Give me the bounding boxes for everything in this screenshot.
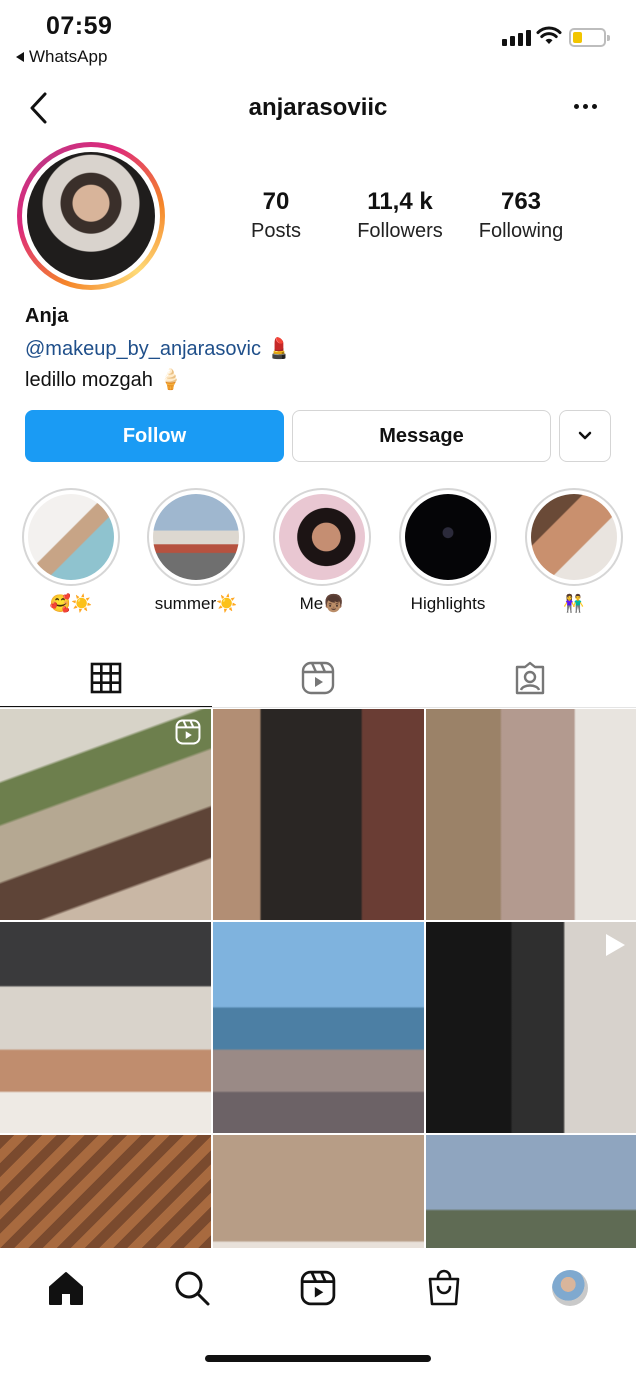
posts-label: Posts: [250, 220, 302, 242]
tagged-icon: [515, 661, 545, 695]
wifi-icon: [536, 26, 562, 44]
grid-icon: [90, 662, 122, 694]
profile-stats: 70 Posts 11,4 k Followers 763 Following: [215, 188, 595, 248]
highlight-item[interactable]: Me👦🏽: [260, 488, 384, 614]
posts-grid: [0, 709, 636, 1249]
post-thumbnail[interactable]: [426, 1135, 636, 1249]
suggested-accounts-button[interactable]: [559, 410, 611, 462]
post-thumbnail[interactable]: [213, 1135, 424, 1249]
shop-icon: [428, 1269, 460, 1306]
posts-stat[interactable]: 70 Posts: [230, 188, 322, 243]
nav-home[interactable]: [44, 1266, 88, 1310]
profile-tabs: [0, 648, 636, 708]
nav-search[interactable]: [170, 1266, 214, 1310]
search-icon: [175, 1271, 210, 1306]
highlight-label: 🥰☀️: [49, 594, 93, 613]
signal-icon: [502, 30, 531, 46]
home-indicator: [205, 1355, 431, 1362]
back-triangle-icon: [16, 52, 24, 62]
back-app-label: WhatsApp: [29, 47, 108, 66]
story-highlights: 🥰☀️ summer☀️ Me👦🏽 Highlights 👫: [0, 488, 636, 618]
page-title: anjarasoviic: [248, 94, 388, 121]
post-thumbnail[interactable]: [0, 1135, 211, 1249]
avatar-story-ring[interactable]: [17, 142, 165, 290]
highlight-item[interactable]: 👫: [512, 488, 636, 614]
highlight-item[interactable]: Highlights: [386, 488, 510, 614]
status-time: 07:59: [46, 12, 113, 40]
post-thumbnail[interactable]: [426, 922, 636, 1133]
post-thumbnail[interactable]: [213, 922, 424, 1133]
nav-reels[interactable]: [296, 1266, 340, 1310]
following-stat[interactable]: 763 Following: [471, 188, 571, 243]
reels-icon: [300, 1270, 336, 1306]
tab-tagged[interactable]: [424, 648, 636, 708]
bio-text: ledillo mozgah 🍦: [25, 369, 184, 391]
nav-shop[interactable]: [422, 1266, 466, 1310]
follow-button[interactable]: Follow: [25, 410, 284, 462]
following-count: 763: [500, 188, 542, 215]
message-button[interactable]: Message: [292, 410, 551, 462]
highlight-label: 👫: [563, 594, 585, 613]
followers-label: Followers: [357, 220, 443, 242]
bio-section: Anja @makeup_by_anjarasovic 💄 ledillo mo…: [25, 305, 615, 392]
video-badge-icon: [606, 934, 625, 956]
tab-posts-grid[interactable]: [0, 648, 212, 708]
status-bar: 07:59 WhatsApp: [0, 0, 636, 72]
post-thumbnail[interactable]: [0, 922, 211, 1133]
highlight-label: Highlights: [410, 594, 486, 613]
highlight-label: Me👦🏽: [299, 594, 345, 613]
following-label: Following: [478, 220, 564, 242]
followers-count: 11,4 k: [367, 188, 433, 215]
bottom-nav: [0, 1248, 636, 1326]
tab-reels[interactable]: [212, 648, 424, 708]
profile-name: Anja: [25, 305, 69, 327]
battery-icon: [569, 28, 610, 47]
reel-badge-icon: [175, 719, 201, 745]
posts-count: 70: [262, 188, 290, 215]
avatar: [27, 152, 155, 280]
highlight-item[interactable]: summer☀️: [134, 488, 258, 614]
bio-mention-link[interactable]: @makeup_by_anjarasovic 💄: [25, 336, 615, 361]
profile-header: anjarasoviic: [0, 80, 636, 136]
post-thumbnail[interactable]: [426, 709, 636, 920]
reels-icon: [301, 661, 335, 695]
back-to-app-link[interactable]: WhatsApp: [16, 47, 107, 67]
highlight-item[interactable]: 🥰☀️: [9, 488, 133, 614]
followers-stat[interactable]: 11,4 k Followers: [345, 188, 455, 243]
post-thumbnail[interactable]: [213, 709, 424, 920]
more-options-icon[interactable]: [574, 104, 597, 109]
chevron-down-icon: [578, 431, 592, 440]
highlight-label: summer☀️: [154, 594, 238, 613]
post-thumbnail[interactable]: [0, 709, 211, 920]
profile-avatar: [552, 1270, 588, 1306]
home-icon: [49, 1272, 83, 1305]
tabs-divider: [0, 707, 636, 708]
nav-profile[interactable]: [548, 1266, 592, 1310]
